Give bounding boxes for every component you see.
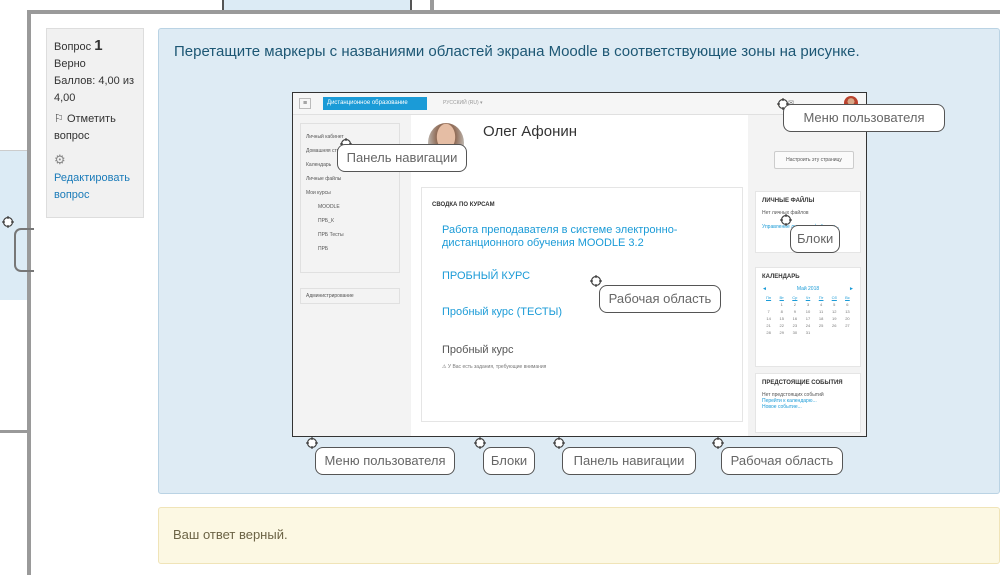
calendar-day-header: Вс xyxy=(845,295,850,300)
language-selector: РУССКИЙ (RU) ▾ xyxy=(443,100,483,106)
placed-label-user-menu[interactable]: Меню пользователя xyxy=(783,104,945,132)
nav-item: MOODLE xyxy=(318,204,340,210)
calendar-date: 14 xyxy=(766,316,771,321)
calendar-day-header: Пн xyxy=(766,295,772,300)
calendar-day-header: Ср xyxy=(792,295,798,300)
flag-question-button[interactable]: ⚐ Отметить вопрос xyxy=(54,111,136,145)
calendar-date: 22 xyxy=(779,323,784,328)
calendar-date: 5 xyxy=(833,302,836,307)
calendar-block: КАЛЕНДАРЬ ◄ Май 2018 ► Пн Вт Ср Чт Пт Сб Вс 1 2 3 4 5… xyxy=(755,267,861,367)
calendar-day-header: Сб xyxy=(831,295,837,300)
calendar-date: 19 xyxy=(832,316,837,321)
placed-label-navigation[interactable]: Панель навигации xyxy=(337,144,467,172)
question-grade: Баллов: 4,00 из 4,00 xyxy=(54,75,135,104)
question-number: Вопрос 1 xyxy=(54,37,103,54)
calendar-date: 1 xyxy=(780,302,783,307)
feedback-message: Ваш ответ верный. xyxy=(158,507,1000,564)
crosshair-icon xyxy=(474,437,486,449)
calendar-day-header: Вт xyxy=(779,295,784,300)
flag-icon: ⚐ xyxy=(54,113,64,125)
calendar-date: 25 xyxy=(818,323,824,328)
crosshair-icon xyxy=(2,215,14,228)
calendar-date: 13 xyxy=(845,309,850,314)
calendar-grid: Пн Вт Ср Чт Пт Сб Вс 1 2 3 4 5 6 7 8 9 10 11 12 13 14 15 16 17 1… xyxy=(762,295,854,335)
divider xyxy=(0,150,30,151)
nav-item: Мои курсы xyxy=(306,190,331,196)
calendar-date: 23 xyxy=(792,323,798,328)
calendar-date: 28 xyxy=(766,330,771,335)
calendar-date: 17 xyxy=(805,316,811,321)
course-link: Пробный курс (ТЕСТЫ) xyxy=(442,306,563,318)
placed-label-blocks[interactable]: Блоки xyxy=(790,225,840,253)
calendar-date: 24 xyxy=(805,323,811,328)
upcoming-events-block: ПРЕДСТОЯЩИЕ СОБЫТИЯ Нет предстоящих собы… xyxy=(755,373,861,433)
menu-icon: ≡ xyxy=(299,98,311,109)
calendar-date: 3 xyxy=(806,302,810,307)
calendar-date: 4 xyxy=(820,302,823,307)
calendar-date: 10 xyxy=(805,309,811,314)
calendar-date: 21 xyxy=(766,323,771,328)
calendar-date: 9 xyxy=(793,309,796,314)
attention-note: ⚠ У Вас есть задания, требующие внимания xyxy=(442,364,547,370)
calendar-date: 20 xyxy=(845,316,850,321)
edit-question-link[interactable]: ⚙ Редактировать вопрос xyxy=(54,151,136,204)
background-label-outline xyxy=(14,228,34,272)
calendar-date: 2 xyxy=(793,302,796,307)
question-status: Верно xyxy=(54,58,86,70)
calendar-date: 18 xyxy=(818,316,824,321)
calendar-date: 16 xyxy=(792,316,798,321)
calendar-date xyxy=(841,330,854,335)
calendar-day-header: Пт xyxy=(818,295,824,300)
calendar-date xyxy=(828,330,841,335)
nav-item: ПРБ xyxy=(318,246,329,252)
course-name: Пробный курс xyxy=(442,344,514,356)
crosshair-icon xyxy=(306,437,318,449)
background-frame xyxy=(27,12,31,575)
question-text: Перетащите маркеры с названиями областей… xyxy=(174,43,860,60)
background-frame xyxy=(27,10,1000,14)
nav-item: Личные файлы xyxy=(306,176,342,182)
course-overview-title: СВОДКА ПО КУРСАМ xyxy=(432,202,495,208)
crosshair-icon xyxy=(590,275,602,287)
question-info: Вопрос 1 Верно Баллов: 4,00 из 4,00 ⚐ От… xyxy=(46,28,144,218)
customize-page-button: Настроить эту страницу xyxy=(774,151,854,169)
calendar-date: 31 xyxy=(805,330,811,335)
calendar-date: 30 xyxy=(792,330,798,335)
calendar-date: 7 xyxy=(767,309,770,314)
crosshair-icon xyxy=(780,214,792,226)
placed-label-work-area[interactable]: Рабочая область xyxy=(599,285,721,313)
calendar-date: 27 xyxy=(845,323,850,328)
choice-work-area[interactable]: Рабочая область xyxy=(721,447,843,475)
choice-user-menu[interactable]: Меню пользователя xyxy=(315,447,455,475)
calendar-day-header: Чт xyxy=(805,295,811,300)
calendar-date: 15 xyxy=(779,316,784,321)
choice-navigation[interactable]: Панель навигации xyxy=(562,447,696,475)
course-link: Работа преподавателя в системе электронн… xyxy=(442,224,678,249)
gear-icon: ⚙ xyxy=(54,152,66,167)
calendar-date xyxy=(762,302,775,307)
calendar-date: 6 xyxy=(846,302,849,307)
calendar-date: 12 xyxy=(832,309,837,314)
calendar-date xyxy=(815,330,828,335)
admin-block: Администрирование xyxy=(300,288,400,304)
calendar-date: 8 xyxy=(780,309,783,314)
site-brand: Дистанционное образование xyxy=(323,97,427,110)
calendar-date: 29 xyxy=(779,330,784,335)
nav-item: ПРБ Тесты xyxy=(318,232,344,238)
calendar-date: 11 xyxy=(819,309,824,314)
calendar-date: 26 xyxy=(832,323,837,328)
user-name: Олег Афонин xyxy=(483,123,578,140)
nav-item: ПРБ_К xyxy=(318,218,334,224)
course-link: ПРОБНЫЙ КУРС xyxy=(442,270,531,282)
crosshair-icon xyxy=(712,437,724,449)
divider xyxy=(0,430,30,433)
crosshair-icon xyxy=(553,437,565,449)
choice-blocks[interactable]: Блоки xyxy=(483,447,535,475)
